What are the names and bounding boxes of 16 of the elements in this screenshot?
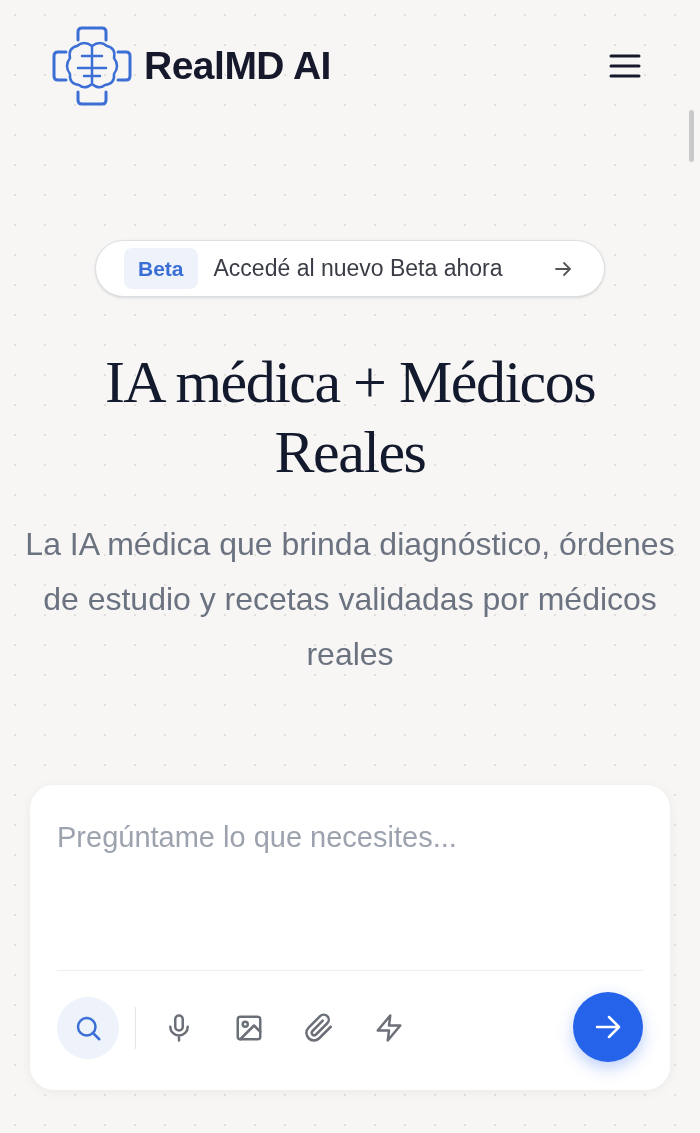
chat-input-field[interactable]: Pregúntame lo que necesites...: [57, 815, 643, 859]
announcement-link[interactable]: Beta Accedé al nuevo Beta ahora: [95, 240, 605, 297]
arrow-right-icon: [595, 1015, 621, 1039]
image-icon: [234, 1013, 264, 1043]
brain-logo-icon: [52, 26, 132, 106]
hero-title-line: IA médica + Médicos: [104, 348, 596, 417]
hero-subtitle: La IA médica que brinda diagnóstico, órdenes de estudio y recetas validadas por médicos reales: [24, 525, 676, 674]
lightning-icon: [374, 1013, 404, 1043]
hero-title-line: Reales: [274, 418, 426, 487]
beta-badge: Beta: [124, 247, 198, 290]
arrow-right-icon: [554, 260, 572, 277]
scrollbar[interactable]: [689, 110, 694, 162]
announcement-text: Accedé al nuevo Beta ahora: [213, 254, 503, 284]
paperclip-icon: [304, 1013, 334, 1043]
send-button[interactable]: [573, 992, 643, 1062]
brand-name: RealMD AI: [144, 42, 331, 89]
